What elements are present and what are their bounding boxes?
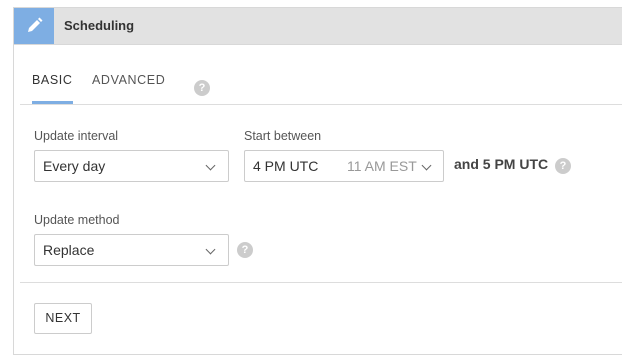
tabs-help-icon[interactable]: ? bbox=[194, 80, 210, 96]
update-method-value: Replace bbox=[43, 242, 95, 258]
start-time-value: 4 PM UTC bbox=[253, 158, 319, 174]
start-between-help-icon[interactable]: ? bbox=[555, 158, 571, 174]
end-time-text: and 5 PM UTC bbox=[454, 156, 549, 172]
divider bbox=[20, 282, 622, 283]
chevron-down-icon bbox=[205, 244, 216, 255]
tab-advanced-label: ADVANCED bbox=[92, 73, 166, 87]
chevron-down-icon bbox=[205, 160, 216, 171]
update-method-label: Update method bbox=[34, 213, 120, 227]
update-interval-value: Every day bbox=[43, 158, 106, 174]
start-time-secondary: 11 AM EST bbox=[347, 158, 417, 174]
pencil-icon bbox=[28, 17, 43, 32]
next-button[interactable]: NEXT bbox=[34, 303, 92, 334]
active-tab-indicator bbox=[32, 101, 73, 104]
start-time-select[interactable]: 4 PM UTC 11 AM EST bbox=[244, 150, 444, 182]
update-method-help-icon[interactable]: ? bbox=[237, 242, 253, 258]
tab-basic-label: BASIC bbox=[32, 73, 73, 87]
chevron-down-icon bbox=[421, 160, 432, 171]
update-interval-select[interactable]: Every day bbox=[34, 150, 229, 182]
panel-header: Scheduling bbox=[14, 8, 622, 45]
start-between-label: Start between bbox=[244, 129, 322, 143]
tab-bar: BASIC ADVANCED bbox=[20, 66, 622, 105]
update-method-select[interactable]: Replace bbox=[34, 234, 229, 266]
panel-title: Scheduling bbox=[64, 18, 135, 33]
tab-basic[interactable]: BASIC bbox=[32, 66, 73, 104]
update-interval-label: Update interval bbox=[34, 129, 119, 143]
edit-button[interactable] bbox=[14, 8, 54, 44]
tab-advanced[interactable]: ADVANCED bbox=[92, 66, 165, 103]
